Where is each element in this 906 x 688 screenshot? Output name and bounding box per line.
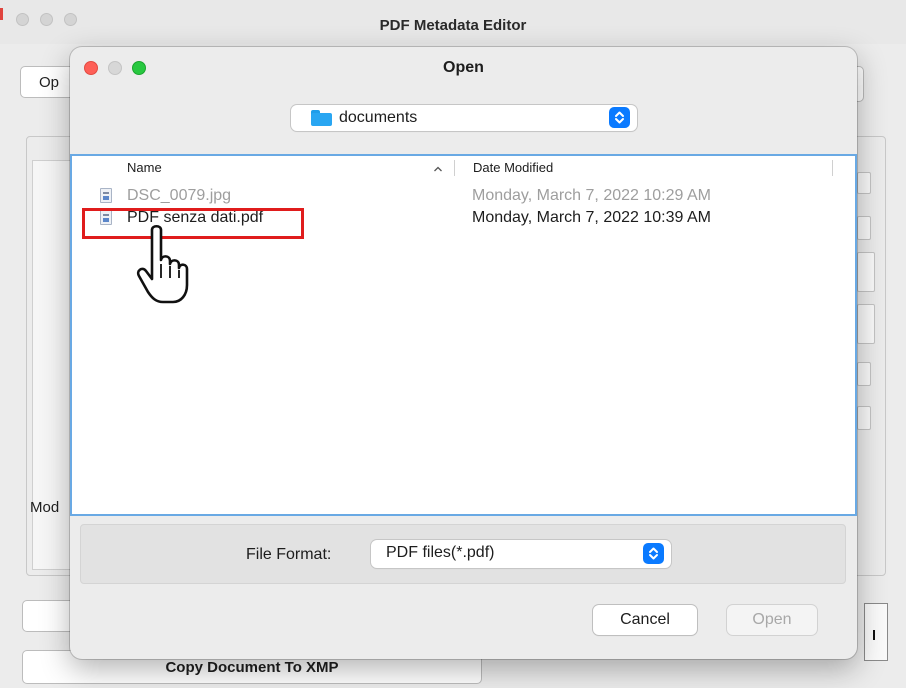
- metadata-field[interactable]: [857, 362, 871, 386]
- file-row-dsc-0079: DSC_0079.jpg Monday, March 7, 2022 10:29…: [72, 185, 855, 207]
- file-format-popup[interactable]: PDF files(*.pdf): [371, 540, 671, 568]
- popup-stepper-icon: [643, 543, 664, 564]
- mod-label: Mod: [30, 499, 60, 516]
- popup-stepper-icon: [609, 107, 630, 128]
- bottom-right-dropdown-button[interactable]: [864, 603, 888, 661]
- metadata-field[interactable]: [857, 304, 875, 344]
- column-header-date-modified[interactable]: Date Modified: [473, 160, 553, 184]
- column-header-name[interactable]: Name: [127, 160, 162, 184]
- pointing-hand-cursor-icon: [136, 224, 189, 304]
- open-button-label: Open: [752, 611, 792, 628]
- metadata-field[interactable]: [857, 406, 871, 430]
- file-date: Monday, March 7, 2022 10:29 AM: [472, 187, 711, 204]
- location-popup[interactable]: documents: [291, 105, 637, 131]
- cancel-button-label: Cancel: [620, 611, 670, 628]
- document-file-icon: [100, 188, 112, 203]
- open-pdf-button-label: Op: [39, 73, 60, 91]
- metadata-field[interactable]: [857, 172, 871, 194]
- location-label: documents: [339, 109, 418, 126]
- file-date: Monday, March 7, 2022 10:39 AM: [472, 209, 711, 226]
- open-dialog: Open documents Name Date Modified DSC_00…: [70, 47, 857, 659]
- copy-document-to-xmp-label: Copy Document To XMP: [165, 658, 339, 676]
- dialog-title: Open: [443, 59, 484, 76]
- main-window-title: PDF Metadata Editor: [379, 17, 527, 34]
- file-format-bar: File Format: PDF files(*.pdf): [80, 524, 846, 584]
- metadata-field[interactable]: [857, 216, 871, 240]
- folder-icon: [311, 110, 332, 126]
- file-name: DSC_0079.jpg: [127, 187, 232, 204]
- file-format-value: PDF files(*.pdf): [386, 544, 495, 561]
- metadata-field[interactable]: [857, 252, 875, 292]
- sort-ascending-icon[interactable]: [433, 164, 443, 174]
- cancel-button[interactable]: Cancel: [593, 605, 697, 635]
- column-divider[interactable]: [454, 160, 455, 176]
- file-format-label: File Format:: [246, 546, 332, 563]
- open-button[interactable]: Open: [727, 605, 817, 635]
- column-divider[interactable]: [832, 160, 833, 176]
